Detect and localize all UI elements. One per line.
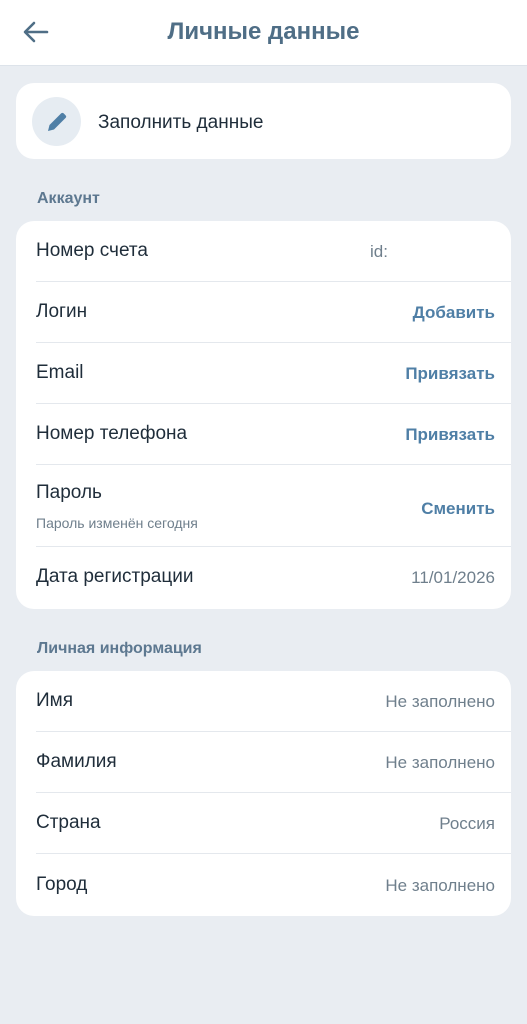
country-value: Россия	[439, 814, 495, 833]
add-login-button[interactable]: Добавить	[413, 303, 495, 323]
login-label: Логин	[36, 301, 88, 322]
pencil-icon-circle	[32, 97, 81, 146]
password-changed-note: Пароль изменён сегодня	[36, 515, 198, 531]
account-number-label: Номер счета	[36, 240, 148, 261]
section-title-account: Аккаунт	[37, 190, 100, 207]
email-label: Email	[36, 362, 84, 383]
change-password-button[interactable]: Сменить	[421, 499, 495, 519]
top-bar: Личные данные	[0, 0, 527, 66]
last-name-value: Не заполнено	[385, 753, 495, 772]
phone-row[interactable]: Номер телефона Привязать	[16, 404, 511, 465]
password-row[interactable]: Пароль Пароль изменён сегодня Сменить	[16, 465, 511, 547]
page-title: Личные данные	[167, 18, 360, 45]
link-phone-button[interactable]: Привязать	[405, 425, 495, 445]
city-row[interactable]: Город Не заполнено	[16, 855, 511, 916]
phone-label: Номер телефона	[36, 423, 188, 444]
account-card: Номер счета id: Логин Добавить Email При…	[16, 221, 511, 609]
fill-data-card[interactable]: Заполнить данные	[16, 83, 511, 159]
divider	[36, 853, 511, 854]
section-title-personal: Личная информация	[37, 640, 202, 657]
link-email-button[interactable]: Привязать	[405, 364, 495, 384]
country-row[interactable]: Страна Россия	[16, 793, 511, 854]
personal-info-card: Имя Не заполнено Фамилия Не заполнено Ст…	[16, 671, 511, 916]
password-label: Пароль	[36, 482, 102, 503]
registration-row: Дата регистрации 11/01/2026	[16, 547, 511, 608]
last-name-label: Фамилия	[36, 751, 117, 772]
first-name-row[interactable]: Имя Не заполнено	[16, 671, 511, 732]
last-name-row[interactable]: Фамилия Не заполнено	[16, 732, 511, 793]
city-label: Город	[36, 874, 88, 895]
email-row[interactable]: Email Привязать	[16, 343, 511, 404]
fill-data-label: Заполнить данные	[98, 112, 264, 133]
account-number-value: id:	[370, 242, 388, 261]
login-row[interactable]: Логин Добавить	[16, 282, 511, 343]
first-name-label: Имя	[36, 690, 74, 711]
registration-date-value: 11/01/2026	[411, 568, 495, 587]
account-number-row: Номер счета id:	[16, 221, 511, 282]
city-value: Не заполнено	[385, 876, 495, 895]
registration-label: Дата регистрации	[36, 566, 194, 587]
first-name-value: Не заполнено	[385, 692, 495, 711]
country-label: Страна	[36, 812, 101, 833]
pencil-icon	[47, 112, 66, 131]
